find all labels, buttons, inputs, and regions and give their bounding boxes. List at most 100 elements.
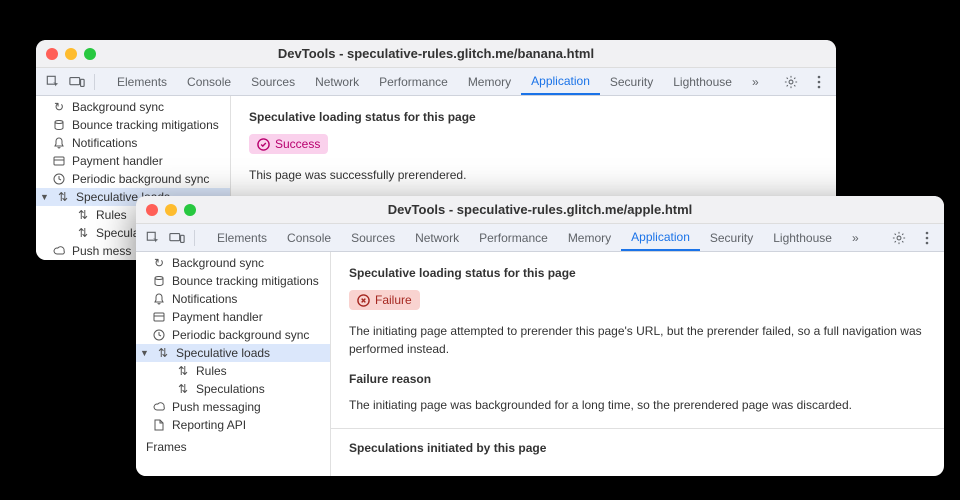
application-sidebar: ↻ Background sync Bounce tracking mitigat… (136, 252, 331, 476)
tab-security[interactable]: Security (700, 224, 763, 251)
transfer-icon: ⇅ (76, 226, 90, 240)
minimize-button[interactable] (65, 48, 77, 60)
sync-icon: ↻ (52, 100, 66, 114)
maximize-button[interactable] (84, 48, 96, 60)
gear-icon[interactable] (782, 73, 800, 91)
sidebar-item-label: Rules (96, 208, 127, 222)
tab-network[interactable]: Network (405, 224, 469, 251)
sidebar-item-periodic[interactable]: Periodic background sync (136, 326, 330, 344)
tab-lighthouse[interactable]: Lighthouse (763, 224, 842, 251)
tab-security[interactable]: Security (600, 68, 663, 95)
bell-icon (52, 136, 66, 150)
sidebar-item-label: Specula (96, 226, 139, 240)
bell-icon (152, 292, 166, 306)
sidebar-item-speculative-loads[interactable]: ▼⇅Speculative loads (136, 344, 330, 362)
window-title: DevTools - speculative-rules.glitch.me/a… (136, 202, 944, 217)
tab-console[interactable]: Console (177, 68, 241, 95)
minimize-button[interactable] (165, 204, 177, 216)
cloud-icon (52, 244, 66, 258)
sidebar-item-label: Background sync (172, 256, 264, 270)
sidebar-item-label: Notifications (72, 136, 137, 150)
sync-icon: ↻ (152, 256, 166, 270)
titlebar[interactable]: DevTools - speculative-rules.glitch.me/a… (136, 196, 944, 224)
sidebar-item-label: Notifications (172, 292, 237, 306)
tab-network[interactable]: Network (305, 68, 369, 95)
speculations-heading: Speculations initiated by this page (349, 441, 926, 455)
tab-elements[interactable]: Elements (207, 224, 277, 251)
sidebar-item-background-sync[interactable]: ↻ Background sync (136, 254, 330, 272)
tab-sources[interactable]: Sources (241, 68, 305, 95)
sidebar-item-background-sync[interactable]: ↻ Background sync (36, 98, 230, 116)
card-icon (152, 310, 166, 324)
chevron-down-icon[interactable]: ▼ (40, 192, 50, 202)
document-icon (152, 418, 166, 432)
sidebar-item-label: Periodic background sync (72, 172, 209, 186)
sidebar-item-label: Push mess (72, 244, 131, 258)
database-icon (152, 274, 166, 288)
sidebar-item-push[interactable]: Push messaging (136, 398, 330, 416)
devtools-toolbar: Elements Console Sources Network Perform… (36, 68, 836, 96)
device-toggle-icon[interactable] (68, 73, 86, 91)
sidebar-item-payment[interactable]: Payment handler (36, 152, 230, 170)
chevron-down-icon[interactable]: ▼ (140, 348, 150, 358)
devtools-window-apple: DevTools - speculative-rules.glitch.me/a… (136, 196, 944, 476)
tabs-overflow-icon[interactable]: » (842, 224, 869, 251)
sidebar-item-bounce[interactable]: Bounce tracking mitigations (36, 116, 230, 134)
cloud-icon (152, 400, 166, 414)
tab-elements[interactable]: Elements (107, 68, 177, 95)
device-toggle-icon[interactable] (168, 229, 186, 247)
status-badge-label: Success (275, 137, 320, 151)
tab-sources[interactable]: Sources (341, 224, 405, 251)
kebab-menu-icon[interactable] (810, 73, 828, 91)
transfer-icon: ⇅ (176, 364, 190, 378)
sidebar-item-label: Periodic background sync (172, 328, 309, 342)
sidebar-item-label: Payment handler (172, 310, 263, 324)
sidebar-item-notifications[interactable]: Notifications (36, 134, 230, 152)
sidebar-item-label: Speculations (196, 382, 265, 396)
gear-icon[interactable] (890, 229, 908, 247)
sidebar-category-frames[interactable]: Frames (136, 434, 330, 456)
status-heading: Speculative loading status for this page (349, 266, 926, 280)
sidebar-item-payment[interactable]: Payment handler (136, 308, 330, 326)
tab-application[interactable]: Application (521, 68, 600, 95)
sidebar-item-periodic[interactable]: Periodic background sync (36, 170, 230, 188)
check-circle-icon (257, 138, 270, 151)
transfer-icon: ⇅ (56, 190, 70, 204)
database-icon (52, 118, 66, 132)
tab-lighthouse[interactable]: Lighthouse (663, 68, 742, 95)
close-button[interactable] (46, 48, 58, 60)
tabs-overflow-icon[interactable]: » (742, 68, 769, 95)
tab-performance[interactable]: Performance (369, 68, 458, 95)
tab-console[interactable]: Console (277, 224, 341, 251)
sidebar-item-label: Background sync (72, 100, 164, 114)
sidebar-item-bounce[interactable]: Bounce tracking mitigations (136, 272, 330, 290)
status-badge-failure: Failure (349, 290, 420, 310)
maximize-button[interactable] (184, 204, 196, 216)
sidebar-item-label: Rules (196, 364, 227, 378)
tab-memory[interactable]: Memory (558, 224, 621, 251)
sidebar-item-rules[interactable]: ⇅ Rules (136, 362, 330, 380)
failure-reason-text: The initiating page was backgrounded for… (349, 396, 926, 414)
speculative-loads-panel: Speculative loading status for this page… (331, 252, 944, 476)
kebab-menu-icon[interactable] (918, 229, 936, 247)
failure-reason-heading: Failure reason (349, 372, 926, 386)
window-title: DevTools - speculative-rules.glitch.me/b… (36, 46, 836, 61)
divider (194, 230, 195, 246)
inspect-icon[interactable] (44, 73, 62, 91)
close-button[interactable] (146, 204, 158, 216)
clock-icon (52, 172, 66, 186)
transfer-icon: ⇅ (156, 346, 170, 360)
divider (94, 74, 95, 90)
titlebar[interactable]: DevTools - speculative-rules.glitch.me/b… (36, 40, 836, 68)
sidebar-item-reporting[interactable]: Reporting API (136, 416, 330, 434)
tab-performance[interactable]: Performance (469, 224, 558, 251)
status-description: This page was successfully prerendered. (249, 166, 818, 184)
tab-application[interactable]: Application (621, 224, 700, 251)
clock-icon (152, 328, 166, 342)
tab-memory[interactable]: Memory (458, 68, 521, 95)
sidebar-item-speculations[interactable]: ⇅Speculations (136, 380, 330, 398)
sidebar-item-label: Bounce tracking mitigations (172, 274, 319, 288)
sidebar-item-label: Payment handler (72, 154, 163, 168)
inspect-icon[interactable] (144, 229, 162, 247)
sidebar-item-notifications[interactable]: Notifications (136, 290, 330, 308)
